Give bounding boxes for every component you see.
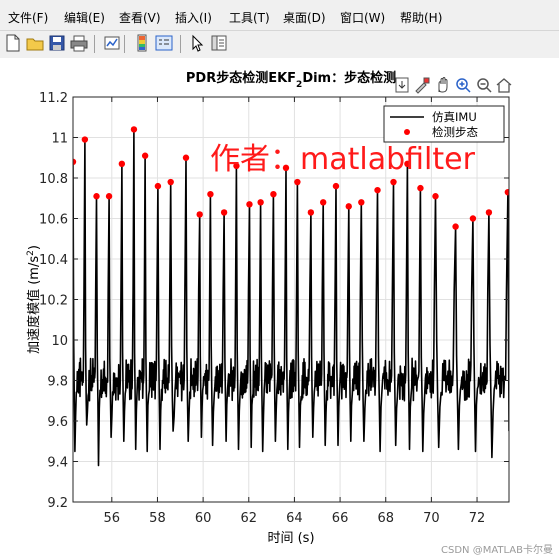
menu-desktop[interactable]: 桌面(D) — [283, 9, 326, 26]
step-marker — [332, 182, 340, 190]
insert-legend-icon[interactable] — [155, 34, 173, 52]
menu-bar: 文件(F) 编辑(E) 查看(V) 插入(I) 工具(T) 桌面(D) 窗口(W) 帮助(H) — [0, 0, 559, 30]
menu-insert[interactable]: 插入(I) — [175, 9, 212, 26]
step-marker — [246, 201, 253, 208]
step-marker — [154, 182, 162, 190]
step-marker — [452, 223, 459, 230]
x-axis-label: 时间 (s) — [267, 531, 314, 546]
watermark-text: 作者：matlabfilter — [210, 142, 475, 177]
toolbar-separator — [180, 35, 181, 53]
y-tick-label: 11 — [51, 132, 68, 147]
edit-plot-icon[interactable] — [188, 34, 206, 52]
step-marker — [374, 186, 381, 194]
new-figure-icon[interactable] — [4, 34, 22, 52]
y-axis-label-part: ) — [27, 245, 42, 250]
open-file-icon[interactable] — [26, 34, 44, 52]
x-tick-label: 72 — [469, 511, 486, 526]
step-marker — [417, 184, 424, 192]
chart-title-part: PDR步态检测EKF — [186, 70, 296, 86]
menu-tools[interactable]: 工具(T) — [229, 9, 270, 26]
step-marker — [105, 193, 113, 200]
menu-edit[interactable]: 编辑(E) — [64, 9, 105, 26]
step-marker — [432, 193, 439, 200]
step-marker — [270, 191, 277, 198]
step-marker — [257, 199, 264, 206]
legend-label-imu: 仿真IMU — [432, 110, 477, 124]
step-marker — [469, 215, 477, 222]
step-marker — [81, 136, 89, 143]
link-plot-icon[interactable] — [103, 34, 121, 52]
step-marker — [196, 211, 203, 218]
step-marker — [390, 178, 397, 186]
toolbar-separator — [94, 35, 95, 53]
print-icon[interactable] — [70, 34, 88, 52]
chart-title-part: Dim：步态检测 — [302, 70, 396, 86]
x-tick-label: 70 — [423, 511, 440, 526]
step-marker — [485, 209, 493, 216]
y-tick-label: 10.2 — [39, 294, 68, 309]
y-tick-label: 10.6 — [39, 213, 68, 228]
insert-colorbar-icon[interactable] — [133, 34, 151, 52]
brush-icon[interactable] — [413, 76, 431, 94]
step-marker — [345, 203, 352, 210]
restore-view-icon[interactable] — [495, 76, 513, 94]
step-marker — [93, 193, 100, 200]
step-marker — [207, 191, 214, 198]
step-marker — [307, 209, 315, 216]
step-marker — [167, 178, 174, 186]
property-inspector-icon[interactable] — [210, 34, 228, 52]
x-tick-label: 56 — [104, 511, 121, 526]
zoom-out-icon[interactable] — [475, 76, 493, 94]
step-marker — [182, 154, 190, 161]
x-tick-label: 68 — [377, 511, 394, 526]
step-marker — [294, 178, 301, 186]
save-export-icon[interactable] — [393, 76, 411, 94]
x-tick-label: 60 — [195, 511, 212, 526]
credit-text: CSDN @MATLAB卡尔曼 — [441, 545, 553, 556]
step-marker — [358, 199, 365, 206]
y-tick-label: 10.8 — [39, 172, 68, 187]
menu-help[interactable]: 帮助(H) — [400, 9, 442, 26]
x-tick-label: 62 — [240, 511, 257, 526]
pan-icon[interactable] — [434, 76, 452, 94]
save-icon[interactable] — [48, 34, 66, 52]
step-marker — [504, 188, 509, 196]
menu-file[interactable]: 文件(F) — [8, 9, 48, 26]
step-marker — [220, 209, 228, 216]
x-tick-label: 64 — [286, 511, 303, 526]
y-tick-label: 9.4 — [47, 456, 68, 471]
step-marker — [130, 126, 138, 133]
y-axis-label: 加速度模值 (m/s2) — [26, 245, 42, 354]
menu-view[interactable]: 查看(V) — [119, 9, 161, 26]
x-tick-label: 66 — [332, 511, 349, 526]
step-marker — [118, 160, 126, 168]
zoom-in-icon[interactable] — [454, 76, 472, 94]
step-marker — [319, 199, 327, 206]
chart-title: PDR步态检测EKF2Dim：步态检测 — [186, 70, 396, 90]
x-tick-label: 58 — [149, 511, 166, 526]
y-tick-label: 9.6 — [47, 415, 68, 430]
y-tick-label: 11.2 — [39, 91, 68, 106]
y-tick-label: 9.2 — [47, 496, 68, 511]
y-tick-label: 10.4 — [39, 253, 68, 268]
y-axis-label-part: 加速度模值 (m/s — [26, 256, 42, 354]
figure-canvas: 56 58 60 62 64 66 68 70 72 9.2 9.4 9.6 9.8 10 10.2 10.4… — [0, 58, 559, 559]
toolbar-separator — [124, 35, 125, 53]
figure-toolbar — [0, 30, 559, 59]
y-tick-label: 10 — [51, 334, 68, 349]
y-tick-label: 9.8 — [47, 375, 68, 390]
step-marker — [141, 152, 149, 159]
menu-window[interactable]: 窗口(W) — [340, 9, 385, 26]
